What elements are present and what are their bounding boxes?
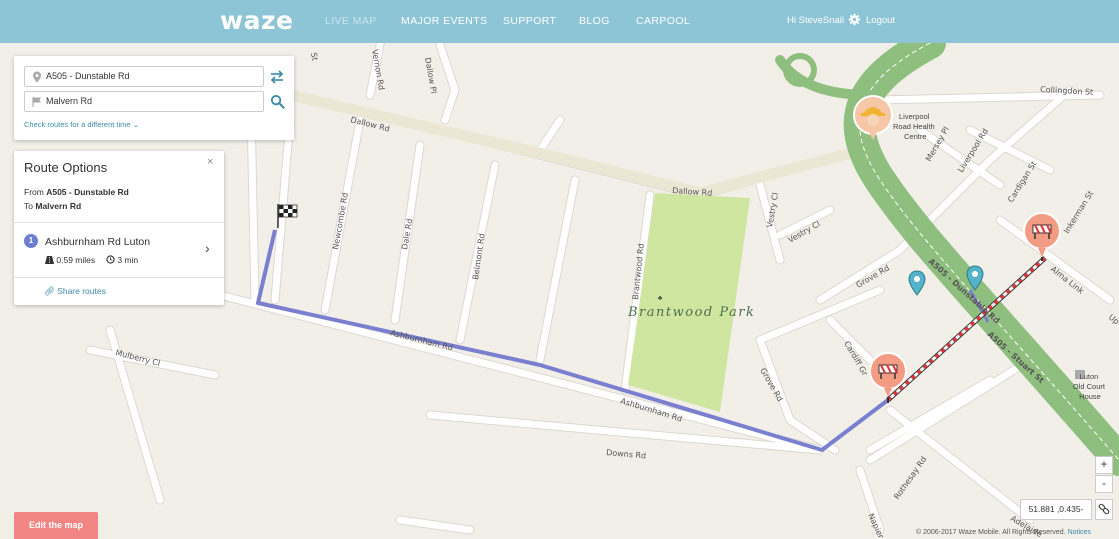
finish-flag-icon[interactable] <box>276 202 300 230</box>
user-greeting: Hi SteveSnail <box>787 15 845 26</box>
map-pin-icon[interactable] <box>907 270 927 298</box>
map-pin-icon[interactable] <box>965 265 985 293</box>
nav-live-map[interactable]: LIVE MAP <box>325 15 377 27</box>
chevron-down-icon: ⌄ <box>132 120 139 129</box>
zoom-in-button[interactable]: + <box>1095 456 1113 474</box>
svg-text:♣: ♣ <box>658 295 663 302</box>
clock-icon <box>106 255 115 264</box>
link-icon: 🔗︎ <box>44 286 55 296</box>
location-pin-icon <box>33 71 41 83</box>
link-icon <box>1098 503 1110 515</box>
route-to: To Malvern Rd <box>24 201 82 211</box>
svg-text:Dallow Pl: Dallow Pl <box>423 57 438 95</box>
from-value: A505 - Dunstable Rd <box>46 71 130 81</box>
route-options-panel: Route Options × From A505 - Dunstable Rd… <box>14 151 224 305</box>
route-number-badge: 1 <box>24 234 38 248</box>
divider <box>14 277 224 278</box>
top-navigation-bar: waze LIVE MAP MAJOR EVENTS SUPPORT BLOG … <box>0 0 1119 43</box>
gear-icon[interactable] <box>848 13 861 26</box>
share-routes-link[interactable]: 🔗︎ Share routes <box>44 286 106 297</box>
svg-text:Brantwood Park: Brantwood Park <box>627 305 755 320</box>
svg-text:Inkerman St: Inkerman St <box>1062 189 1095 235</box>
svg-text:Up: Up <box>1107 312 1119 326</box>
route-from: From A505 - Dunstable Rd <box>24 187 129 197</box>
svg-text:Belmont Rd: Belmont Rd <box>471 233 486 281</box>
edit-map-button[interactable]: Edit the map <box>14 512 98 539</box>
coordinates-display: 51.881 ,0.435- <box>1020 499 1092 520</box>
road-closure-icon[interactable] <box>1022 211 1062 261</box>
svg-text:Newcombe Rd: Newcombe Rd <box>331 192 350 250</box>
swap-icon[interactable] <box>269 69 285 85</box>
to-field[interactable]: Malvern Rd <box>24 91 264 112</box>
road-closure-icon[interactable] <box>868 351 908 405</box>
close-icon[interactable]: × <box>207 156 213 168</box>
svg-text:Dale Rd: Dale Rd <box>400 218 414 250</box>
to-value: Malvern Rd <box>46 96 93 106</box>
logout-link[interactable]: Logout <box>866 15 895 26</box>
different-time-link[interactable]: Check routes for a different time ⌄ <box>24 120 139 129</box>
svg-text:St: St <box>309 52 319 62</box>
road-icon <box>45 256 54 264</box>
zoom-out-button[interactable]: - <box>1095 475 1113 493</box>
copyright-text: © 2006-2017 Waze Mobile. All Rights Rese… <box>916 529 1091 536</box>
permalink-button[interactable] <box>1095 499 1113 520</box>
nav-major-events[interactable]: MAJOR EVENTS <box>401 15 487 27</box>
route-option-item[interactable]: 1 Ashburnham Rd Luton 0.59 miles 3 min › <box>14 223 224 277</box>
svg-text:Cardigan St: Cardigan St <box>1006 160 1038 204</box>
search-icon[interactable] <box>270 94 285 109</box>
route-distance: 0.59 miles <box>45 255 95 265</box>
svg-text:Downs Rd: Downs Rd <box>606 448 647 460</box>
nav-support[interactable]: SUPPORT <box>503 15 556 27</box>
nav-carpool[interactable]: CARPOOL <box>636 15 690 27</box>
waze-logo[interactable]: waze <box>220 6 293 35</box>
chevron-right-icon: › <box>205 240 210 256</box>
flag-icon <box>32 97 41 107</box>
search-panel: A505 - Dunstable Rd Malvern Rd Check rou… <box>14 56 294 140</box>
svg-text:Rothesay Rd: Rothesay Rd <box>892 455 928 501</box>
from-field[interactable]: A505 - Dunstable Rd <box>24 66 264 87</box>
route-options-title: Route Options <box>24 160 108 175</box>
nav-blog[interactable]: BLOG <box>579 15 610 27</box>
route-name: Ashburnham Rd Luton <box>45 236 151 248</box>
notices-link[interactable]: Notices <box>1068 529 1091 536</box>
construction-worker-icon[interactable] <box>852 94 894 142</box>
route-time: 3 min <box>106 255 138 265</box>
